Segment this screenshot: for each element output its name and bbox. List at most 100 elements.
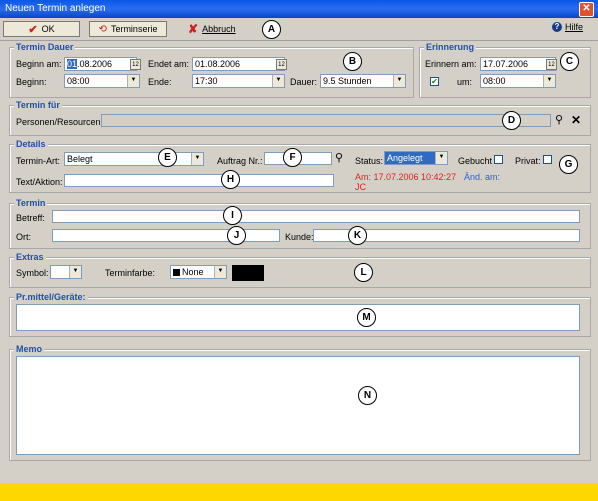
color-label: Terminfarbe: — [105, 268, 156, 278]
subject-label: Betreff: — [16, 213, 45, 223]
chevron-down-icon: ▼ — [543, 75, 555, 87]
reminder-date-field[interactable]: 17.07.2006 — [480, 57, 556, 71]
extras-group: Extras — [9, 252, 591, 288]
end-time-value: 17:30 — [195, 76, 218, 86]
chevron-down-icon: ▼ — [69, 266, 81, 278]
series-icon: ⟲ — [98, 23, 107, 35]
start-date-rest: .08.2006 — [77, 59, 113, 69]
start-time-label: Beginn: — [16, 77, 47, 87]
chevron-down-icon: ▼ — [214, 266, 226, 278]
start-time-value: 08:00 — [67, 76, 90, 86]
help-icon: ? — [552, 22, 562, 32]
equipment-field[interactable] — [16, 304, 580, 331]
search-icon[interactable]: ⚲ — [335, 151, 343, 164]
chevron-down-icon: ▼ — [127, 75, 139, 87]
memo-legend: Memo — [14, 344, 45, 354]
marker-i: I — [223, 206, 242, 225]
duration-label: Dauer: — [290, 77, 318, 87]
marker-b: B — [343, 52, 362, 71]
changed-label: Änd. am: — [464, 172, 501, 182]
marker-f: F — [283, 148, 302, 167]
text-label: Text/Aktion: — [16, 177, 63, 187]
marker-g: G — [559, 155, 578, 174]
start-date-label: Beginn am: — [16, 59, 62, 69]
cross-icon: ✘ — [188, 22, 199, 36]
resources-label: Personen/Resourcen: — [16, 117, 104, 127]
private-label: Privat: — [515, 156, 541, 166]
type-select[interactable]: Belegt ▼ — [64, 152, 204, 166]
reminder-time-value: 08:00 — [483, 76, 506, 86]
help-button[interactable]: ? Hilfe — [552, 22, 583, 32]
end-time-label: Ende: — [148, 77, 172, 87]
duration-value: 9.5 Stunden — [323, 76, 372, 86]
reminder-time-select[interactable]: 08:00 ▼ — [480, 74, 556, 88]
calendar-icon[interactable]: 12 — [276, 59, 287, 70]
marker-l: L — [354, 263, 373, 282]
start-date-field[interactable]: 01.08.2006 — [64, 57, 137, 71]
status-bar — [0, 483, 598, 501]
status-label: Status: — [355, 156, 384, 166]
search-icon[interactable]: ⚲ — [555, 113, 563, 126]
color-dot-icon — [173, 269, 180, 277]
duration-select[interactable]: 9.5 Stunden ▼ — [320, 74, 406, 88]
window-title: Neuen Termin anlegen — [5, 3, 106, 14]
customer-label: Kunde: — [285, 232, 314, 242]
reminder-time-label: um: — [457, 77, 473, 87]
memo-field[interactable] — [16, 356, 580, 455]
ok-label: OK — [41, 24, 55, 34]
marker-d: D — [502, 111, 521, 130]
extras-legend: Extras — [14, 252, 46, 262]
checkmark-icon: ✔ — [28, 23, 38, 36]
reminder-date-label: Erinnern am: — [425, 59, 477, 69]
duration-legend: Termin Dauer — [14, 42, 76, 52]
type-value: Belegt — [67, 154, 93, 164]
title-bar: Neuen Termin anlegen ✕ — [0, 0, 598, 18]
chevron-down-icon: ▼ — [272, 75, 284, 87]
series-button[interactable]: ⟲ Terminserie — [89, 21, 167, 37]
clear-icon[interactable]: ✕ — [571, 113, 581, 127]
marker-a: A — [262, 20, 281, 39]
calendar-icon[interactable]: 12 — [546, 59, 557, 70]
chevron-down-icon: ▼ — [393, 75, 405, 87]
resources-field[interactable] — [101, 114, 551, 127]
booked-label: Gebucht — [458, 156, 493, 166]
toolbar-divider — [0, 40, 598, 41]
booked-checkbox[interactable] — [494, 155, 503, 164]
appointment-legend: Termin — [14, 198, 48, 208]
chevron-down-icon: ▼ — [191, 153, 203, 165]
status-value: Angelegt — [387, 153, 423, 163]
end-time-select[interactable]: 17:30 ▼ — [192, 74, 285, 88]
created-info: Am: 17.07.2006 10:42:27 — [355, 172, 457, 182]
marker-h: H — [221, 170, 240, 189]
symbol-label: Symbol: — [16, 268, 49, 278]
details-legend: Details — [14, 139, 48, 149]
status-select[interactable]: Angelegt ▼ — [384, 151, 448, 165]
for-legend: Termin für — [14, 100, 62, 110]
help-label: Hilfe — [565, 22, 584, 32]
end-date-field[interactable]: 01.08.2006 — [192, 57, 285, 71]
marker-m: M — [357, 308, 376, 327]
type-label: Termin-Art: — [16, 156, 61, 166]
end-date-label: Endet am: — [148, 59, 190, 69]
marker-j: J — [227, 226, 246, 245]
start-date-day: 01 — [67, 59, 78, 69]
subject-field[interactable] — [52, 210, 580, 223]
chevron-down-icon: ▼ — [435, 152, 447, 164]
text-field[interactable] — [64, 174, 334, 187]
private-checkbox[interactable] — [543, 155, 552, 164]
ok-button[interactable]: ✔ OK — [3, 21, 80, 37]
cancel-label: Abbruch — [202, 24, 236, 34]
color-value: None — [182, 267, 204, 277]
marker-k: K — [348, 226, 367, 245]
reminder-checkbox[interactable]: ✔ — [430, 77, 439, 86]
symbol-select[interactable]: ▼ — [50, 265, 82, 279]
calendar-icon[interactable]: 12 — [130, 59, 141, 70]
start-time-select[interactable]: 08:00 ▼ — [64, 74, 140, 88]
close-button[interactable]: ✕ — [579, 2, 594, 17]
color-swatch[interactable] — [232, 265, 264, 281]
color-select[interactable]: None ▼ — [170, 265, 227, 279]
reminder-legend: Erinnerung — [424, 42, 477, 52]
cancel-button[interactable]: ✘ Abbruch — [188, 22, 236, 36]
series-label: Terminserie — [110, 24, 158, 34]
created-user: JC — [355, 182, 366, 192]
